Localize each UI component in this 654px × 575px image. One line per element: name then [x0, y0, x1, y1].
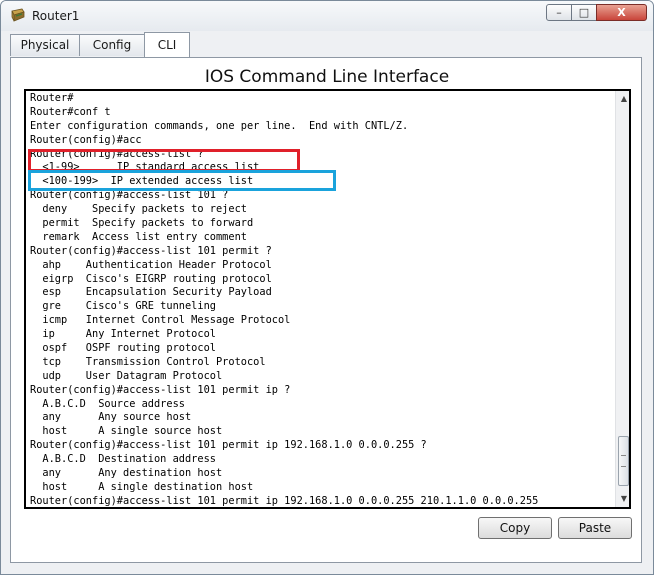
scroll-down-arrow-icon[interactable]: ▼: [616, 491, 629, 507]
console-line: ip Any Internet Protocol: [30, 328, 216, 341]
window-controls: – □ X: [546, 4, 647, 23]
close-button[interactable]: X: [596, 4, 647, 21]
tab-cli[interactable]: CLI: [144, 32, 190, 57]
console-line: Router(config)#access-list 101 permit ip…: [30, 439, 427, 452]
console-line: udp User Datagram Protocol: [30, 369, 223, 382]
tab-physical[interactable]: Physical: [10, 34, 80, 56]
console-line: Router(config)#access-list 101 permit ip…: [30, 383, 291, 396]
console-line: Router#: [30, 92, 74, 104]
paste-button[interactable]: Paste: [558, 517, 632, 539]
console-line: any Any destination host: [30, 467, 223, 480]
console-line: A.B.C.D Source address: [30, 397, 185, 410]
router1-window: Router1 – □ X Physical Config CLI IOS Co…: [0, 0, 654, 575]
console-line: eigrp Cisco's EIGRP routing protocol: [30, 272, 272, 285]
console-line: permit Specify packets to forward: [30, 217, 254, 230]
grip-icon: [621, 455, 626, 467]
copy-button[interactable]: Copy: [478, 517, 552, 539]
tab-config[interactable]: Config: [79, 34, 145, 56]
cli-panel: IOS Command Line Interface Router# Router…: [10, 57, 642, 563]
console-line: any Any source host: [30, 411, 192, 424]
console-line: A.B.C.D Destination address: [30, 453, 216, 466]
console-line: host A single source host: [30, 425, 223, 438]
scroll-up-arrow-icon[interactable]: ▲: [616, 91, 629, 107]
console-line: tcp Transmission Control Protocol: [30, 355, 266, 368]
console-line: icmp Internet Control Message Protocol: [30, 314, 291, 327]
console-line: ospf OSPF routing protocol: [30, 342, 216, 355]
console-line: gre Cisco's GRE tunneling: [30, 300, 216, 313]
cli-console[interactable]: Router# Router#conf t Enter configuration …: [24, 89, 631, 509]
console-line: Router(config)#access-list 101 ?: [30, 189, 229, 202]
standard-acl-highlight: [28, 149, 300, 172]
console-line: Router(config)#access-list 101 permit ip…: [30, 494, 539, 507]
console-line: Router(config)#access-list 101 permit ?: [30, 244, 272, 257]
final-command-underline: [146, 508, 612, 509]
console-line: deny Specify packets to reject: [30, 203, 247, 216]
window-title: Router1: [32, 9, 80, 23]
maximize-button[interactable]: □: [571, 4, 597, 21]
cli-heading: IOS Command Line Interface: [204, 67, 450, 87]
console-line: Enter configuration commands, one per li…: [30, 119, 409, 132]
minimize-button[interactable]: –: [546, 4, 572, 21]
console-line: Router(config)#acc: [30, 133, 142, 146]
extended-acl-highlight: [28, 170, 336, 191]
console-line: esp Encapsulation Security Payload: [30, 286, 272, 299]
title-bar[interactable]: Router1 – □ X: [1, 1, 653, 31]
console-scrollbar[interactable]: ▲ ▼: [615, 91, 629, 507]
console-line: host A single destination host: [30, 480, 254, 493]
console-line: ahp Authentication Header Protocol: [30, 258, 272, 271]
console-line: Router#conf t: [30, 105, 111, 118]
router-device-icon: [11, 8, 25, 22]
scrollbar-thumb[interactable]: [618, 436, 629, 486]
console-line: remark Access list entry comment: [30, 230, 247, 243]
